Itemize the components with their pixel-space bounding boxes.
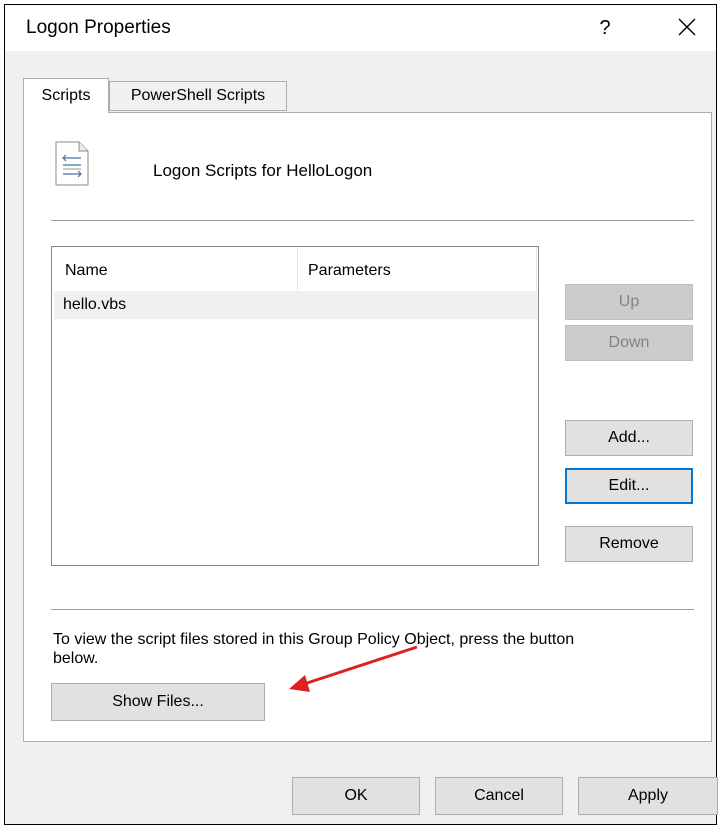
add-button-label: Add... — [608, 429, 650, 446]
cancel-button-label: Cancel — [474, 787, 524, 804]
tab-label: Scripts — [41, 87, 91, 104]
title-bar: Logon Properties ? — [5, 5, 716, 51]
ok-button[interactable]: OK — [292, 777, 420, 815]
ok-button-label: OK — [344, 787, 368, 804]
down-button-label: Down — [608, 334, 650, 351]
up-button-label: Up — [618, 293, 640, 310]
scripts-list[interactable]: Name Parameters hello.vbs — [51, 246, 539, 566]
remove-button-label: Remove — [599, 535, 659, 552]
help-button[interactable]: ? — [585, 10, 625, 46]
add-button[interactable]: Add... — [565, 420, 693, 456]
header-divider — [51, 220, 694, 221]
edit-button[interactable]: Edit... — [565, 468, 693, 504]
show-files-button[interactable]: Show Files... — [51, 683, 265, 721]
tab-powershell-scripts[interactable]: PowerShell Scripts — [109, 81, 287, 111]
column-header-parameters[interactable]: Parameters — [308, 262, 391, 280]
help-icon: ? — [599, 16, 611, 39]
tab-scripts[interactable]: Scripts — [23, 78, 109, 113]
show-files-button-label: Show Files... — [112, 693, 204, 710]
apply-button[interactable]: Apply — [578, 777, 718, 815]
down-button[interactable]: Down — [565, 325, 693, 361]
column-divider — [297, 247, 298, 290]
scripts-header-text: Logon Scripts for HelloLogon — [153, 161, 373, 180]
logon-properties-dialog: Logon Properties ? Scripts PowerShell Sc… — [4, 4, 718, 825]
script-name-cell: hello.vbs — [63, 296, 127, 313]
tab-label: PowerShell Scripts — [130, 87, 266, 104]
close-icon — [678, 18, 696, 36]
apply-button-label: Apply — [627, 787, 669, 804]
info-divider — [51, 609, 694, 610]
cancel-button[interactable]: Cancel — [435, 777, 563, 815]
edit-button-label: Edit... — [608, 477, 650, 494]
column-divider — [536, 247, 537, 290]
annotation-arrow-icon — [289, 645, 418, 692]
table-row[interactable]: hello.vbs — [54, 291, 538, 319]
remove-button[interactable]: Remove — [565, 526, 693, 562]
up-button[interactable]: Up — [565, 284, 693, 320]
column-header-name[interactable]: Name — [65, 262, 108, 280]
dialog-title: Logon Properties — [26, 17, 171, 38]
script-file-icon — [55, 141, 89, 186]
close-button[interactable] — [665, 8, 709, 46]
